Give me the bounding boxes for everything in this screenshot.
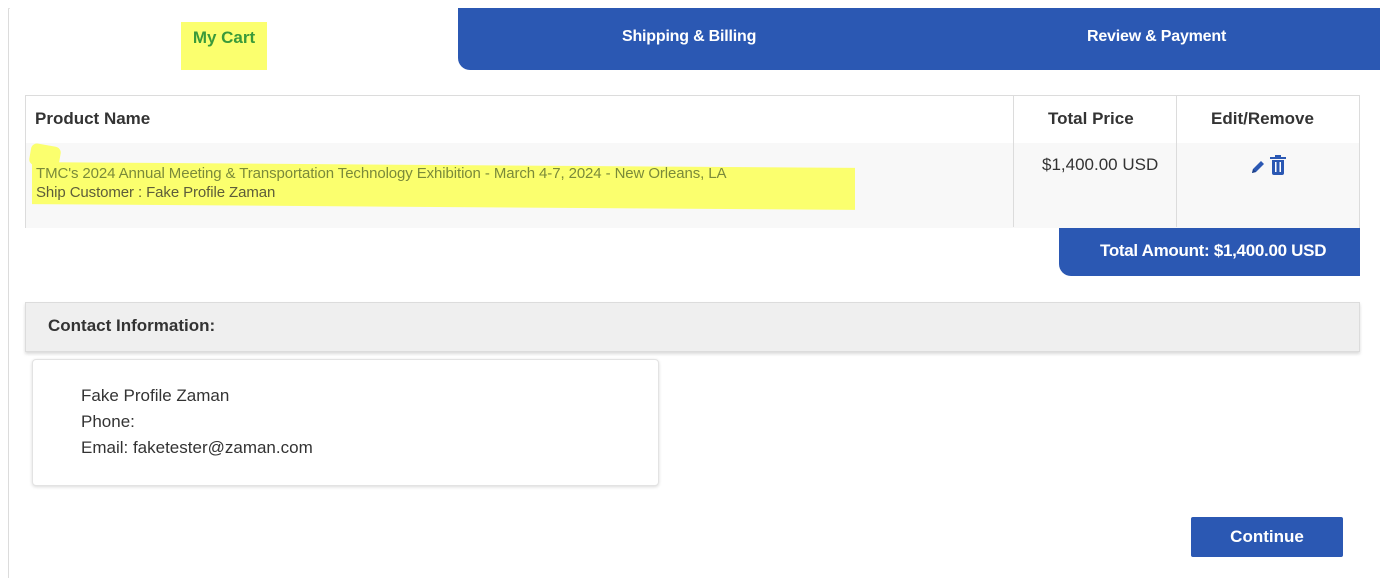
checkout-panel [8, 8, 1380, 578]
header-product-name: Product Name [35, 109, 151, 128]
contact-email: Email: faketester@zaman.com [81, 438, 313, 457]
column-divider [1013, 96, 1014, 227]
header-edit-remove: Edit/Remove [1211, 109, 1314, 128]
header-total-price: Total Price [1048, 109, 1134, 128]
product-title: TMC's 2024 Annual Meeting & Transportati… [36, 165, 727, 182]
table-row: TMC's 2024 Annual Meeting & Transportati… [26, 142, 1359, 228]
contact-name: Fake Profile Zaman [81, 386, 230, 405]
tab-shipping-billing[interactable]: Shipping & Billing [622, 28, 756, 46]
contact-info-header [25, 302, 1360, 352]
cart-table: Product Name Total Price Edit/Remove TMC… [25, 95, 1360, 228]
tab-review-payment[interactable]: Review & Payment [1087, 28, 1226, 46]
tabs-inactive-bar [458, 8, 1380, 70]
trash-icon[interactable] [1270, 155, 1286, 175]
tab-my-cart-label[interactable]: My Cart [181, 22, 267, 70]
pencil-icon[interactable] [1250, 159, 1266, 175]
contact-info-title: Contact Information: [48, 316, 216, 335]
continue-button[interactable]: Continue [1191, 517, 1343, 557]
ship-customer: Ship Customer : Fake Profile Zaman [36, 184, 276, 201]
item-price: $1,400.00 USD [1042, 155, 1159, 174]
total-amount: Total Amount: $1,400.00 USD [1100, 241, 1327, 260]
table-header-row: Product Name Total Price Edit/Remove [26, 96, 1359, 144]
contact-phone: Phone: [81, 412, 135, 431]
column-divider [1176, 96, 1177, 227]
